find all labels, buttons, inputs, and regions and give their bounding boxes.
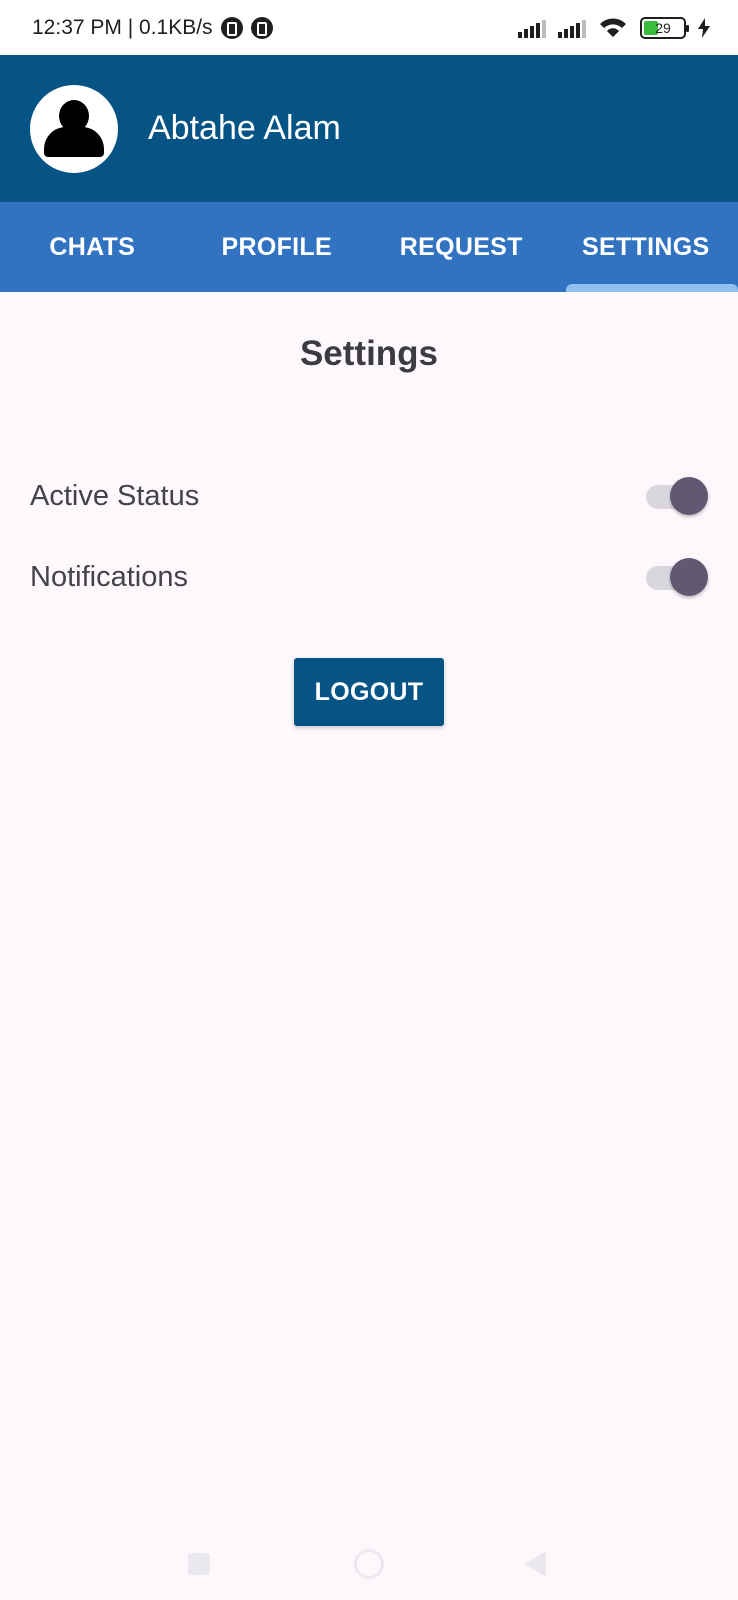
tab-request[interactable]: REQUEST — [369, 202, 554, 292]
battery-icon: 29 — [640, 16, 689, 39]
status-time: 12:37 PM | 0.1KB/s — [32, 15, 213, 39]
active-status-toggle[interactable] — [646, 476, 708, 516]
status-right: 29 — [518, 0, 710, 55]
battery-level: 29 — [655, 19, 671, 36]
page-title: Settings — [299, 334, 439, 373]
user-name: Abtahe Alam — [148, 109, 341, 147]
notifications-toggle[interactable] — [646, 557, 708, 597]
tab-label: PROFILE — [221, 232, 332, 261]
status-left: 12:37 PM | 0.1KB/s — [32, 16, 273, 40]
avatar[interactable] — [30, 84, 118, 173]
home-icon[interactable] — [354, 1549, 384, 1579]
setting-label: Active Status — [30, 479, 200, 512]
setting-row-notifications: Notifications — [30, 547, 708, 607]
wifi-icon — [600, 17, 626, 37]
signal-icon — [518, 18, 546, 38]
charging-icon — [698, 17, 710, 38]
nav-bar — [0, 1545, 738, 1600]
back-icon[interactable] — [524, 1551, 546, 1577]
signal-icon — [558, 18, 586, 38]
tab-label: REQUEST — [399, 232, 523, 261]
status-bar: 12:37 PM | 0.1KB/s 29 — [0, 0, 738, 55]
notification-icon — [220, 16, 243, 39]
tab-chats[interactable]: CHATS — [0, 202, 185, 292]
toggle-thumb — [670, 558, 708, 596]
logout-button[interactable]: LOGOUT — [294, 658, 444, 726]
person-body — [44, 126, 104, 157]
setting-label: Notifications — [30, 560, 188, 593]
tab-label: CHATS — [49, 232, 136, 261]
setting-row-active-status: Active Status — [30, 466, 708, 526]
tab-profile[interactable]: PROFILE — [185, 202, 370, 292]
recents-icon[interactable] — [188, 1553, 210, 1575]
settings-screen: 12:37 PM | 0.1KB/s 29 Abtahe Alam CHATS … — [0, 0, 738, 1600]
app-header: Abtahe Alam — [0, 55, 738, 202]
tab-settings[interactable]: SETTINGS — [554, 202, 738, 292]
tab-bar: CHATS PROFILE REQUEST SETTINGS — [0, 202, 738, 292]
tab-label: SETTINGS — [582, 232, 710, 261]
toggle-thumb — [670, 477, 708, 515]
notification-icon — [250, 16, 273, 39]
